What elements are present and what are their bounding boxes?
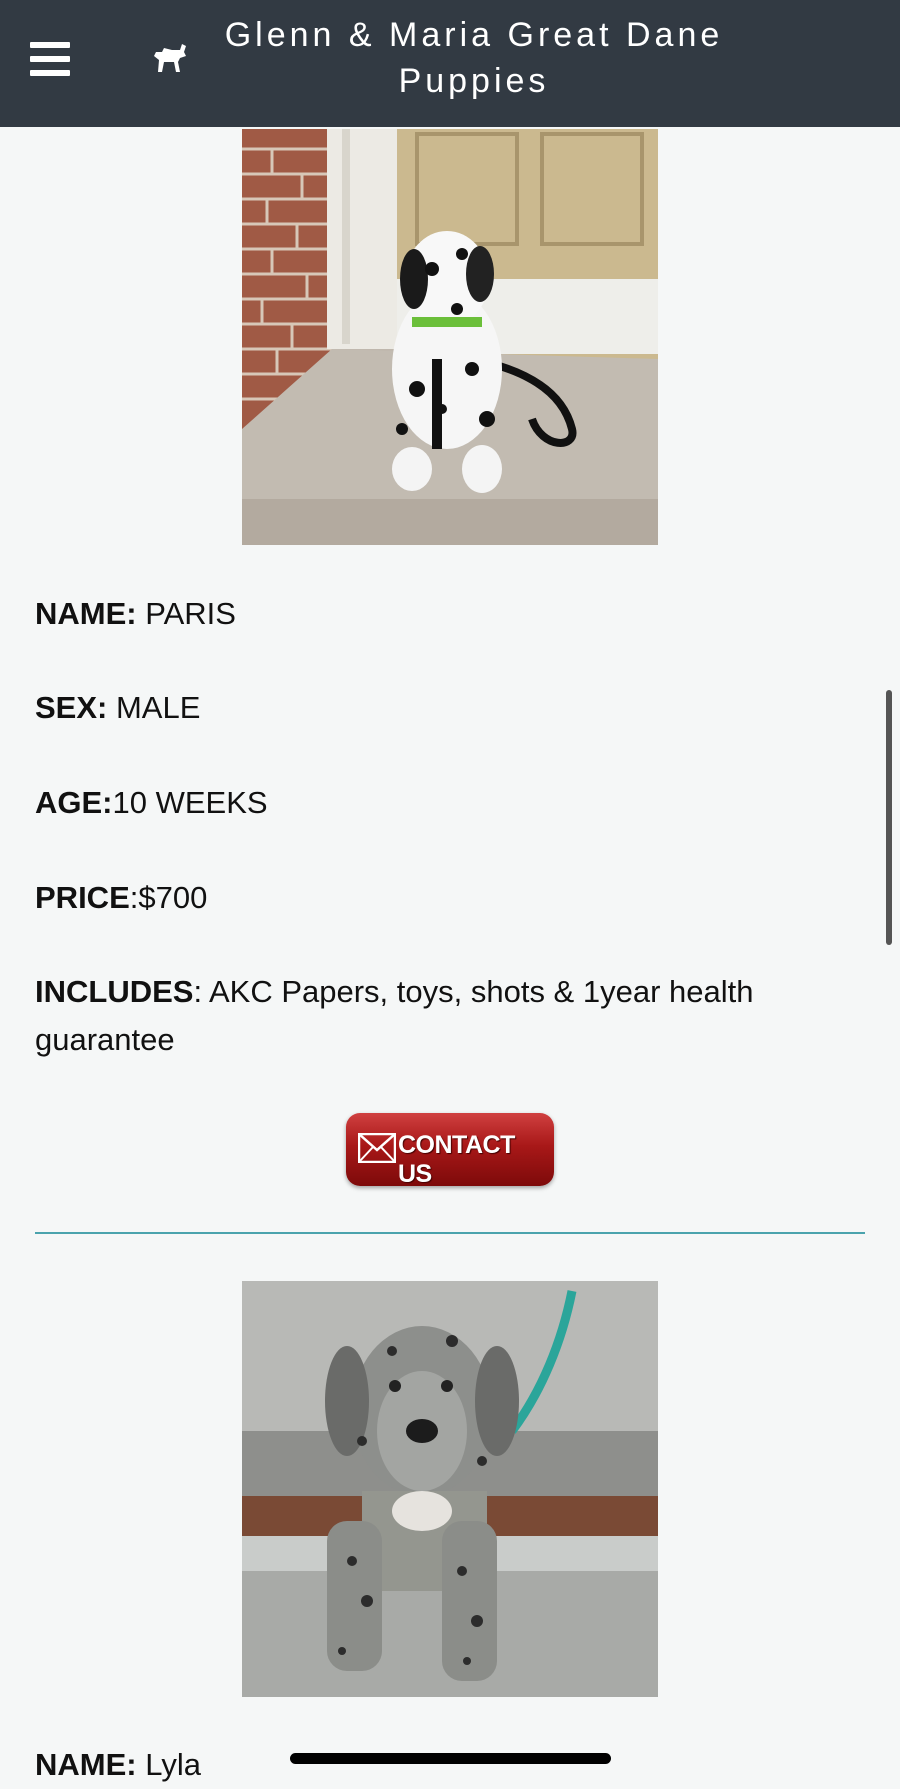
puppy-photo-paris <box>242 129 658 545</box>
puppy-price: :$700 <box>129 880 208 915</box>
sex-label: SEX: <box>35 690 108 725</box>
contact-us-button[interactable]: CONTACT US <box>346 1113 554 1186</box>
site-title[interactable]: Glenn & Maria Great Dane Puppies <box>200 12 748 104</box>
site-header: Glenn & Maria Great Dane Puppies <box>0 0 900 127</box>
puppy-age: 10 WEEKS <box>112 785 268 820</box>
puppy-includes-field: INCLUDES: AKC Papers, toys, shots & 1yea… <box>35 968 855 1064</box>
includes-label: INCLUDES <box>35 974 194 1009</box>
name-label: NAME: <box>35 596 137 631</box>
contact-us-label: CONTACT US <box>398 1131 515 1186</box>
name-label-2: NAME: <box>35 1747 137 1782</box>
listing-divider <box>35 1232 865 1234</box>
price-label: PRICE <box>35 880 130 915</box>
puppy-age-field: AGE:10 WEEKS <box>35 779 855 827</box>
puppy-name-2: Lyla <box>136 1747 201 1782</box>
scrollbar[interactable] <box>886 690 892 945</box>
age-label: AGE: <box>35 785 113 820</box>
dog-icon[interactable] <box>152 40 188 74</box>
puppy-sex: MALE <box>107 690 201 725</box>
puppy-name-field: NAME: PARIS <box>35 590 855 638</box>
puppy-photo-lyla <box>242 1281 658 1697</box>
puppy-name: PARIS <box>136 596 236 631</box>
puppy-name-field-2: NAME: Lyla <box>35 1741 855 1789</box>
puppy-sex-field: SEX: MALE <box>35 684 855 732</box>
envelope-icon <box>357 1132 397 1164</box>
puppy-price-field: PRICE:$700 <box>35 874 855 922</box>
home-indicator[interactable] <box>290 1753 611 1764</box>
hamburger-menu-icon[interactable] <box>30 42 72 78</box>
